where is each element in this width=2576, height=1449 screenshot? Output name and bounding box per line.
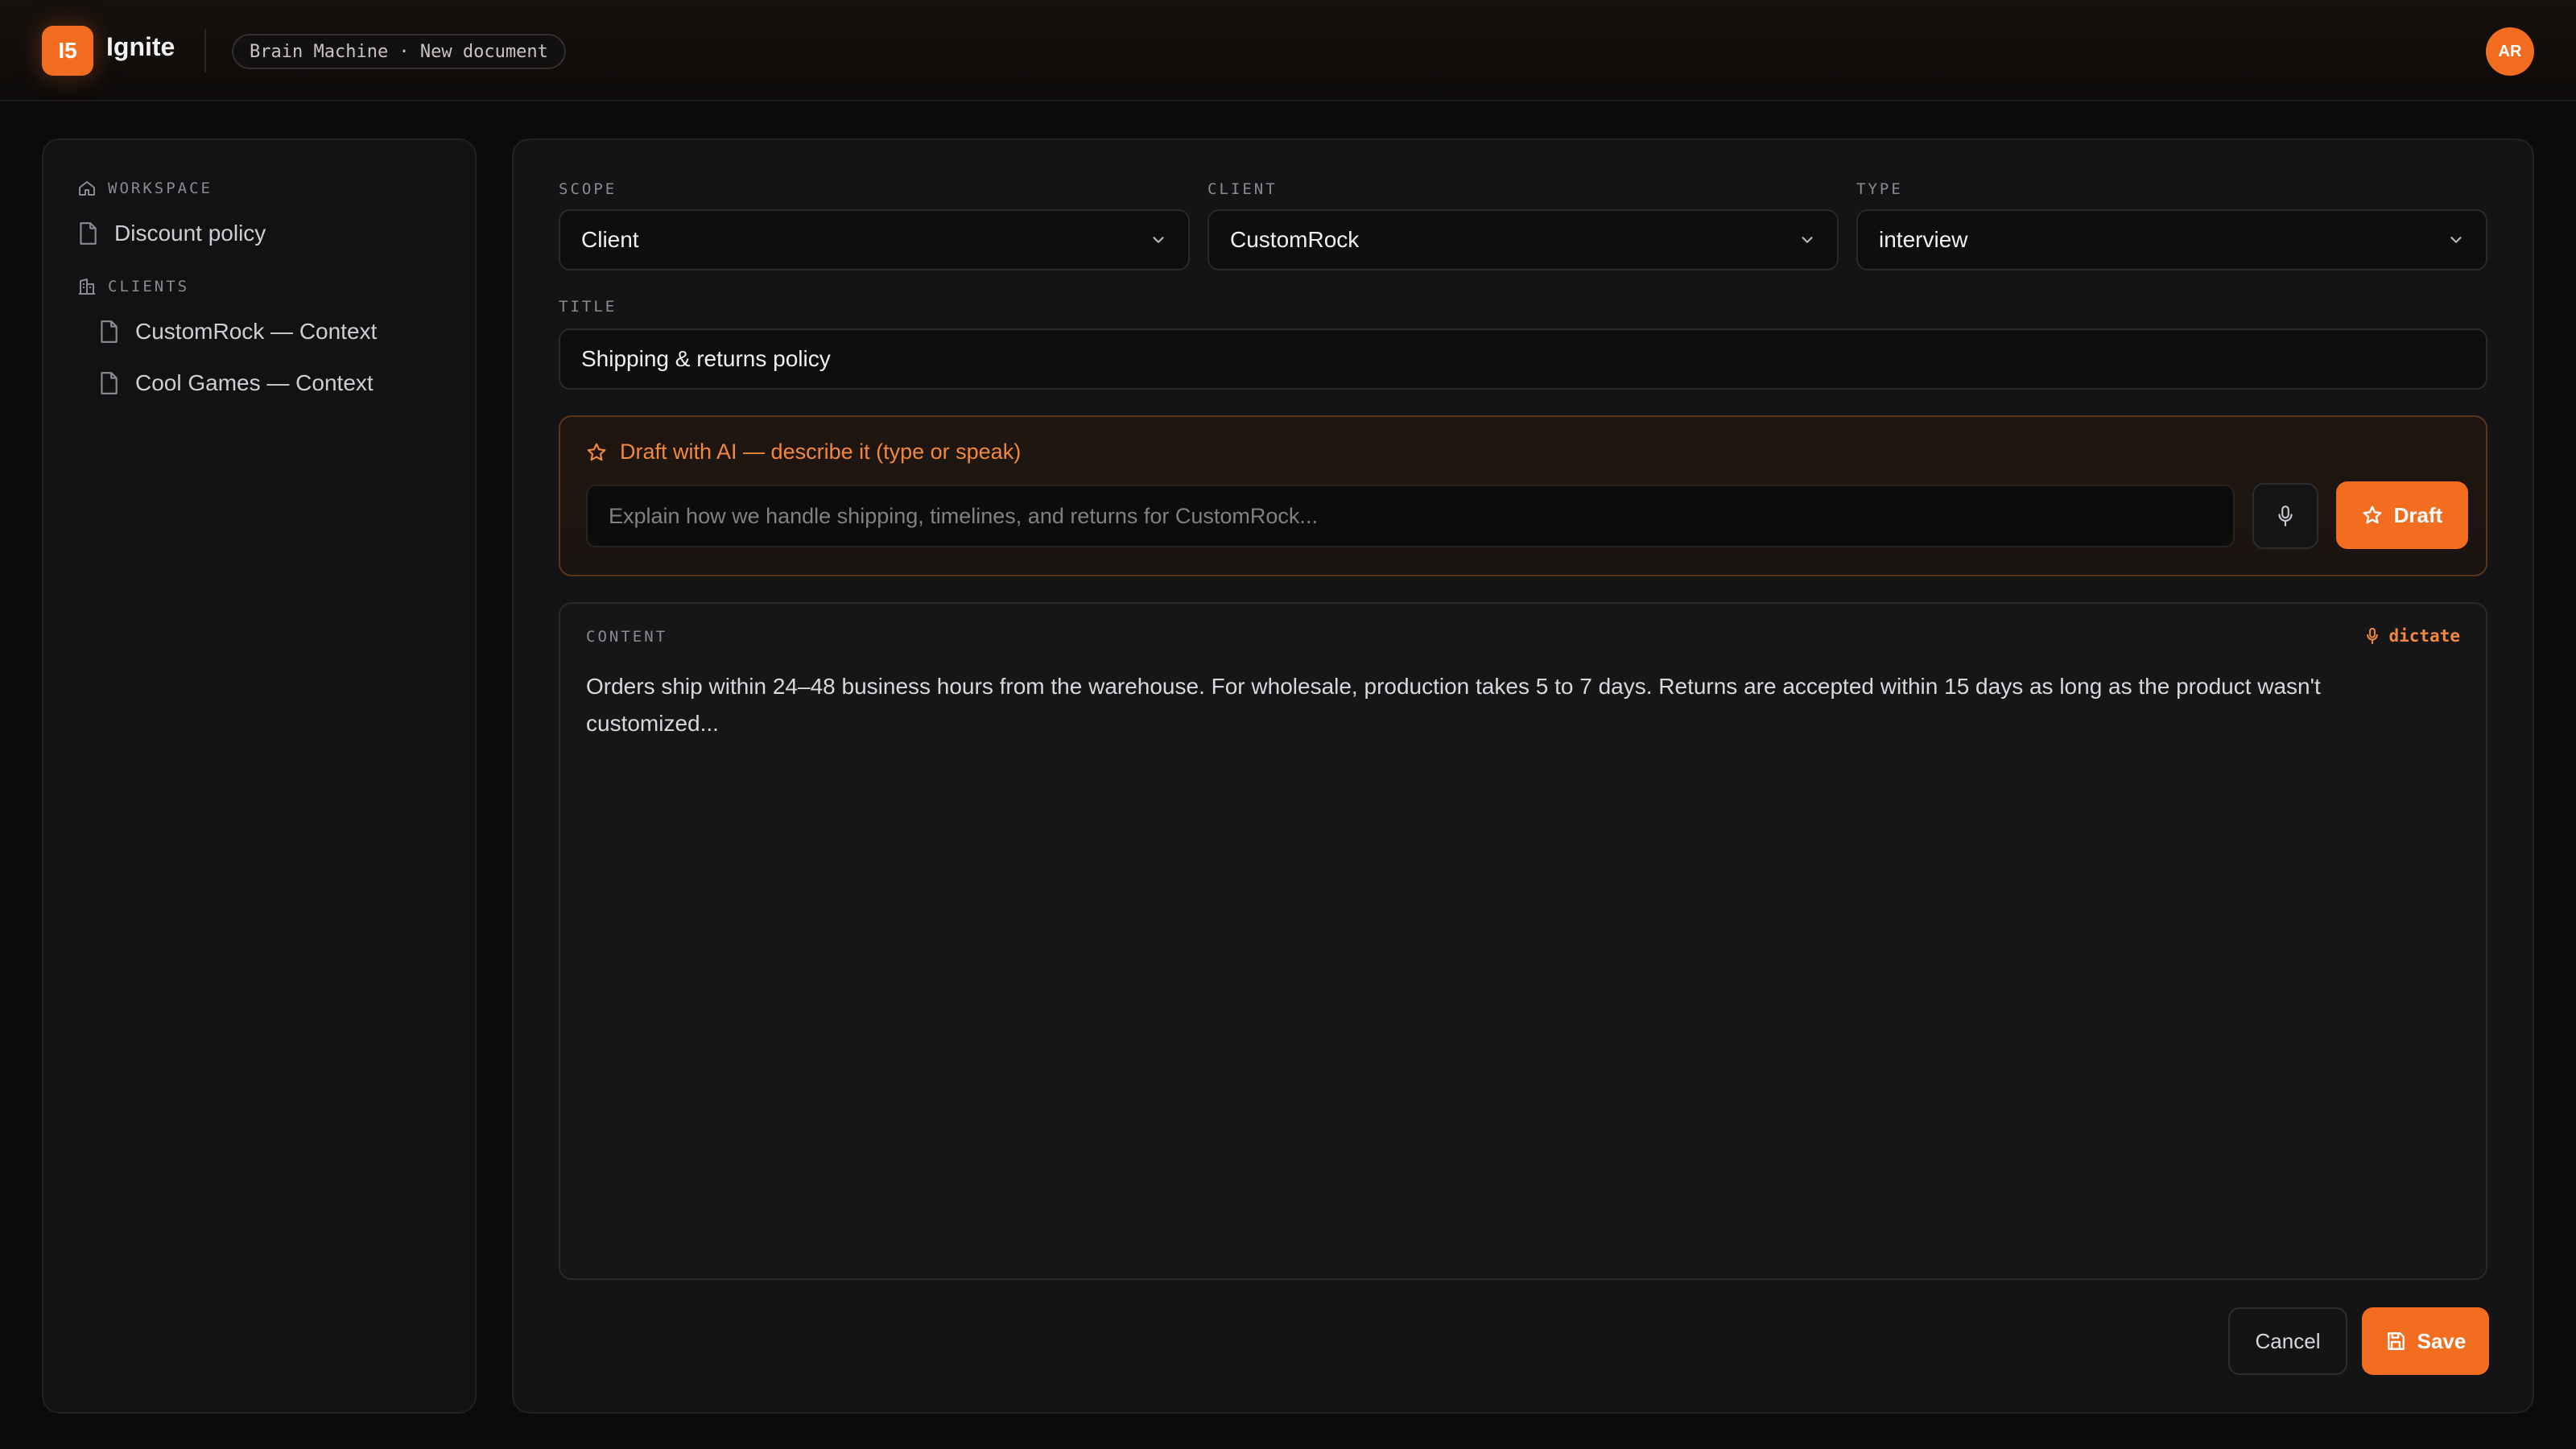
save-button-label: Save — [2417, 1328, 2467, 1353]
header-divider — [204, 29, 206, 72]
type-select[interactable]: interview — [1856, 209, 2487, 270]
content-editor[interactable]: CONTENT dictate Orders ship within 24–48… — [559, 602, 2487, 1280]
file-icon — [80, 222, 97, 245]
save-button[interactable]: Save — [2362, 1307, 2489, 1375]
top-header: I5 Ignite Brain Machine · New document A… — [0, 0, 2576, 101]
sidebar-item-label: CustomRock — Context — [135, 319, 378, 344]
mic-button[interactable] — [2252, 483, 2318, 549]
ai-draft-heading-text: Draft with AI — describe it (type or spe… — [620, 440, 1022, 464]
sidebar-item-discount-policy[interactable]: Discount policy — [77, 221, 266, 246]
sidebar-item-cool-games-context[interactable]: Cool Games — Context — [98, 370, 374, 396]
file-icon — [101, 320, 118, 343]
dictate-label: dictate — [2388, 626, 2460, 646]
app-name: Ignite — [106, 32, 175, 61]
chevron-down-icon — [1153, 237, 1164, 243]
chevron-down-icon — [1802, 237, 1813, 243]
ai-draft-panel: Draft with AI — describe it (type or spe… — [559, 415, 2487, 576]
building-icon — [79, 279, 95, 295]
content-text[interactable]: Orders ship within 24–48 business hours … — [586, 668, 2454, 742]
microphone-icon — [2367, 627, 2379, 645]
document-editor-panel: SCOPE Client CLIENT CustomRock TYPE inte… — [512, 138, 2534, 1414]
sidebar-item-customrock-context[interactable]: CustomRock — Context — [98, 319, 377, 345]
draft-button-label: Draft — [2393, 502, 2443, 527]
sidebar-section-clients: CLIENTS — [77, 277, 189, 296]
scope-select-value: Client — [581, 227, 639, 252]
sidebar-item-label: Discount policy — [114, 221, 266, 246]
scope-select[interactable]: Client — [559, 209, 1190, 270]
type-label: TYPE — [1856, 180, 1903, 198]
sidebar-item-label: Cool Games — Context — [135, 370, 374, 395]
ai-prompt-input[interactable]: Explain how we handle shipping, timeline… — [586, 485, 2235, 547]
sidebar-section-label: WORKSPACE — [108, 180, 213, 197]
star-icon — [2363, 506, 2382, 524]
client-select[interactable]: CustomRock — [1208, 209, 1839, 270]
file-icon — [101, 372, 118, 394]
ai-draft-heading: Draft with AI — describe it (type or spe… — [586, 440, 1021, 464]
breadcrumb: Brain Machine · New document — [232, 34, 566, 69]
content-label: CONTENT — [586, 628, 668, 646]
title-input[interactable]: Shipping & returns policy — [559, 328, 2487, 390]
title-label: TITLE — [559, 298, 617, 316]
save-icon — [2387, 1332, 2405, 1350]
client-label: CLIENT — [1208, 180, 1278, 198]
star-icon — [587, 443, 606, 460]
dictate-button[interactable]: dictate — [2364, 626, 2460, 646]
home-icon — [79, 181, 95, 196]
draft-button[interactable]: Draft — [2336, 481, 2468, 549]
user-avatar[interactable]: AR — [2486, 27, 2534, 76]
chevron-down-icon — [2450, 237, 2462, 243]
client-select-value: CustomRock — [1230, 227, 1360, 252]
app-logo[interactable]: I5 — [42, 26, 93, 76]
sidebar-section-label: CLIENTS — [108, 278, 190, 295]
type-select-value: interview — [1879, 227, 1968, 252]
scope-label: SCOPE — [559, 180, 617, 198]
sidebar-section-workspace: WORKSPACE — [77, 179, 213, 198]
microphone-icon — [2278, 506, 2293, 526]
cancel-button[interactable]: Cancel — [2228, 1307, 2347, 1375]
sidebar: WORKSPACE Discount policy CLIENTS Custom… — [42, 138, 477, 1414]
